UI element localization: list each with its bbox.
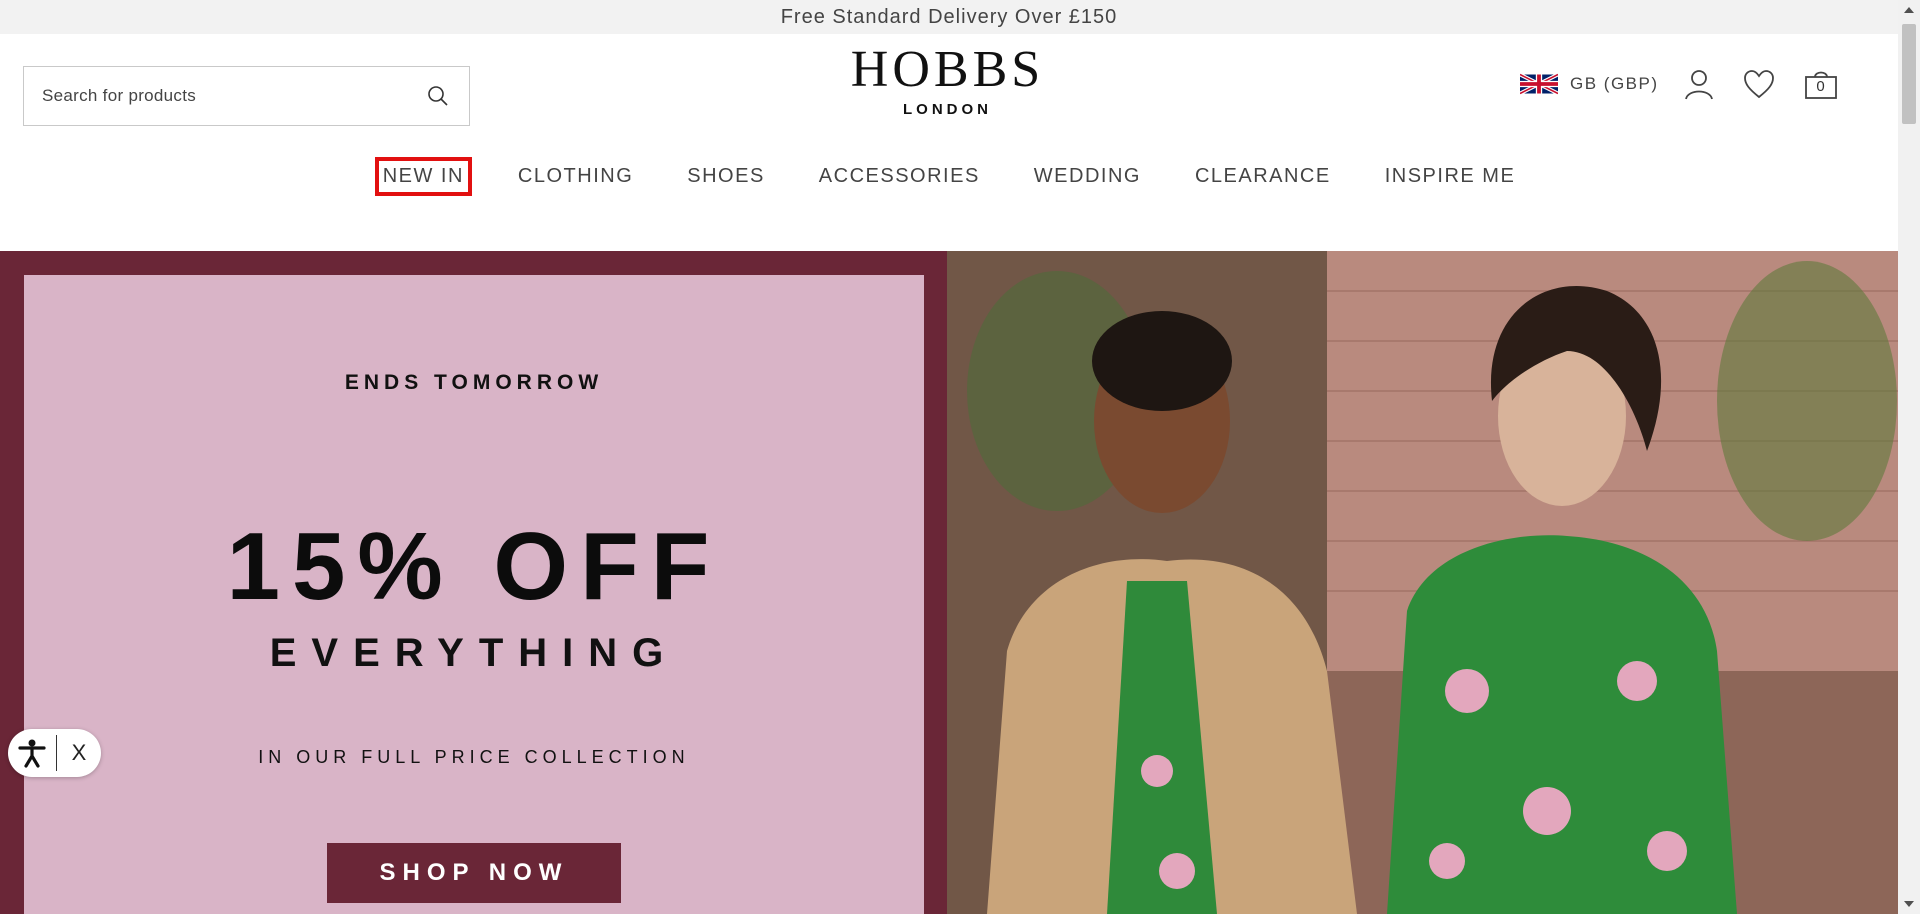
hero-subheadline: EVERYTHING	[269, 631, 679, 675]
hero-promo-panel: ENDS TOMORROW 15% OFF EVERYTHING IN OUR …	[24, 275, 924, 914]
hero-banner: ENDS TOMORROW 15% OFF EVERYTHING IN OUR …	[0, 251, 1898, 914]
scroll-up-arrow-icon[interactable]	[1898, 0, 1920, 20]
hero-detail: IN OUR FULL PRICE COLLECTION	[258, 747, 690, 767]
brand-logo[interactable]: HOBBS LONDON	[840, 42, 1055, 124]
nav-item-accessories[interactable]: ACCESSORIES	[815, 161, 984, 192]
accessibility-widget: X	[8, 729, 101, 777]
uk-flag-icon	[1520, 72, 1558, 96]
shop-now-button[interactable]: SHOP NOW	[327, 843, 621, 903]
heart-icon[interactable]	[1741, 66, 1777, 102]
account-icon[interactable]	[1681, 66, 1717, 102]
accessibility-close-button[interactable]: X	[57, 740, 101, 766]
promo-bar: Free Standard Delivery Over £150	[0, 0, 1898, 34]
bag-count: 0	[1816, 78, 1825, 95]
hero-headline: 15% OFF	[226, 513, 722, 620]
hero-eyebrow: ENDS TOMORROW	[344, 371, 604, 394]
search-icon[interactable]	[425, 83, 451, 109]
scroll-thumb[interactable]	[1902, 24, 1916, 124]
hero-image[interactable]	[947, 251, 1898, 914]
hero-photo-illustration	[947, 251, 1898, 914]
search-input[interactable]	[42, 86, 425, 106]
nav-item-clothing[interactable]: CLOTHING	[514, 161, 637, 192]
scroll-down-arrow-icon[interactable]	[1898, 894, 1920, 914]
site-header: HOBBS LONDON GB (GBP) 0 NEW IN CLOTHING	[0, 34, 1898, 251]
bag-icon[interactable]: 0	[1803, 66, 1839, 102]
nav-item-shoes[interactable]: SHOES	[683, 161, 769, 192]
logo-wordmark: HOBBS	[850, 41, 1045, 98]
locale-label: GB (GBP)	[1570, 74, 1659, 93]
nav-item-wedding[interactable]: WEDDING	[1030, 161, 1145, 192]
locale-selector[interactable]: GB (GBP)	[1520, 70, 1659, 98]
nav-item-inspire-me[interactable]: INSPIRE ME	[1381, 161, 1520, 192]
search-box	[23, 66, 470, 126]
promo-bar-text: Free Standard Delivery Over £150	[780, 5, 1118, 28]
logo-subtitle: LONDON	[903, 101, 992, 118]
page-scrollbar[interactable]	[1898, 0, 1920, 914]
utility-bar: GB (GBP) 0	[1520, 64, 1839, 104]
accessibility-icon[interactable]	[8, 729, 56, 777]
nav-item-new-in[interactable]: NEW IN	[374, 156, 472, 196]
main-nav: NEW IN CLOTHING SHOES ACCESSORIES WEDDIN…	[0, 146, 1898, 206]
nav-item-clearance[interactable]: CLEARANCE	[1191, 161, 1335, 192]
